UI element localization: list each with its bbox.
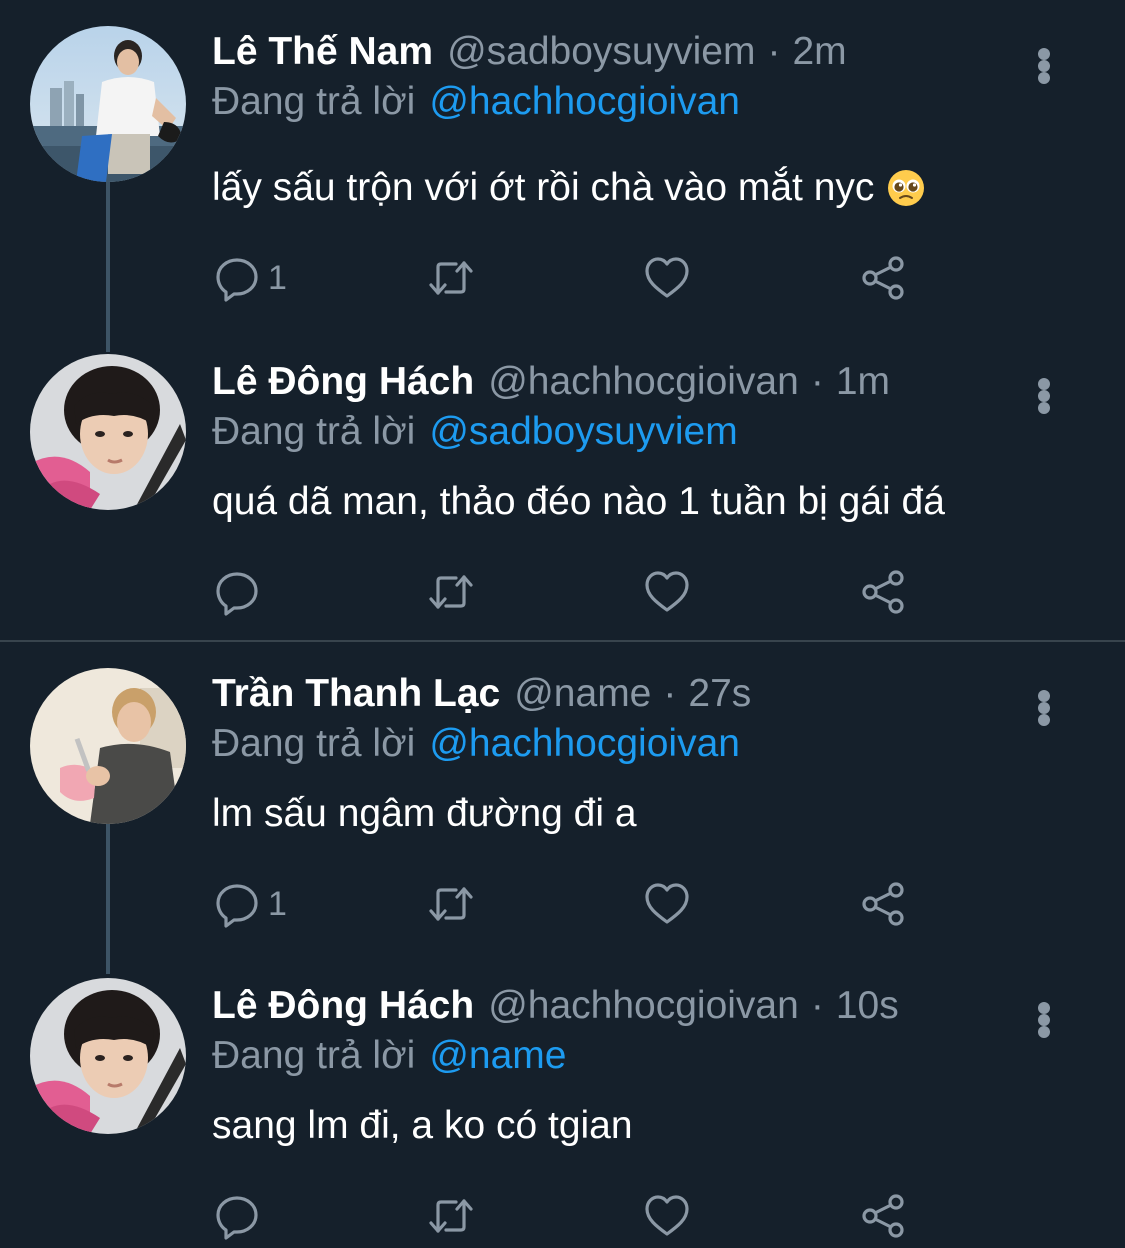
tweet-actions: 1 [212,876,932,932]
avatar[interactable] [30,26,186,182]
header-separator: · [767,30,781,73]
share-icon [858,1191,908,1241]
user-handle[interactable]: @hachhocgioivan [488,352,799,412]
reply-count: 1 [268,258,287,297]
replying-to-label: Đang trả lời [212,1034,416,1077]
tweet-text-content: lấy sấu trộn với ớt rồi chà vào mắt nyc [212,166,875,209]
timestamp[interactable]: 1m [836,352,890,412]
more-options-icon[interactable] [1030,36,1058,96]
replying-to-handle[interactable]: @hachhocgioivan [429,80,740,123]
heart-icon [642,253,692,303]
heart-icon [642,1191,692,1241]
replying-to-label: Đang trả lời [212,410,416,453]
tweet-header: Lê Đông Hách @hachhocgioivan · 10s [212,976,899,1036]
replying-to: Đang trả lời @hachhocgioivan [212,716,740,772]
tweet-text: quá dã man, thảo đéo nào 1 tuần bị gái đ… [212,474,945,530]
display-name[interactable]: Trần Thanh Lạc [212,664,500,724]
display-name[interactable]: Lê Đông Hách [212,352,474,412]
reply-icon [212,253,262,303]
tweet-text-content: quá dã man, thảo đéo nào 1 tuần bị gái đ… [212,480,945,523]
retweet-button[interactable] [426,564,476,620]
conversation-thread: Lê Thế Nam @sadboysuyviem · 2m Đang trả … [0,0,1125,1248]
reply-icon [212,879,262,929]
retweet-icon [426,879,476,929]
share-button[interactable] [858,564,908,620]
pleading-face-emoji [886,168,926,208]
header-separator: · [810,984,824,1027]
like-button[interactable] [642,876,692,932]
reply-button[interactable] [212,564,268,620]
share-button[interactable] [858,250,908,306]
share-button[interactable] [858,1188,908,1244]
user-handle[interactable]: @name [514,664,651,724]
timestamp[interactable]: 2m [792,22,846,82]
share-icon [858,567,908,617]
display-name[interactable]: Lê Đông Hách [212,976,474,1036]
retweet-button[interactable] [426,250,476,306]
tweet[interactable]: Trần Thanh Lạc @name · 27s Đang trả lời @… [0,664,1125,964]
replying-to-handle[interactable]: @hachhocgioivan [429,722,740,765]
header-separator: · [810,360,824,403]
reply-button[interactable]: 1 [212,250,287,306]
share-icon [858,879,908,929]
retweet-button[interactable] [426,1188,476,1244]
share-button[interactable] [858,876,908,932]
timestamp[interactable]: 27s [688,664,751,724]
replying-to: Đang trả lời @hachhocgioivan [212,74,740,130]
reply-button[interactable] [212,1188,268,1244]
user-handle[interactable]: @sadboysuyviem [447,22,755,82]
avatar[interactable] [30,978,186,1134]
like-button[interactable] [642,1188,692,1244]
heart-icon [642,567,692,617]
tweet-header: Trần Thanh Lạc @name · 27s [212,664,751,724]
conversation-divider [0,640,1125,642]
avatar[interactable] [30,354,186,510]
retweet-icon [426,567,476,617]
like-button[interactable] [642,564,692,620]
replying-to-label: Đang trả lời [212,722,416,765]
replying-to-handle[interactable]: @sadboysuyviem [429,410,737,453]
timestamp[interactable]: 10s [836,976,899,1036]
tweet[interactable]: Lê Đông Hách @hachhocgioivan · 1m Đang t… [0,352,1125,632]
tweet-actions [212,564,932,620]
retweet-icon [426,1191,476,1241]
tweet-actions [212,1188,932,1244]
tweet-header: Lê Thế Nam @sadboysuyviem · 2m [212,22,847,82]
more-options-icon[interactable] [1030,990,1058,1050]
like-button[interactable] [642,250,692,306]
display-name[interactable]: Lê Thế Nam [212,22,433,82]
avatar[interactable] [30,668,186,824]
retweet-button[interactable] [426,876,476,932]
more-options-icon[interactable] [1030,366,1058,426]
more-options-icon[interactable] [1030,678,1058,738]
tweet-text: lm sấu ngâm đường đi a [212,786,637,842]
tweet-text-content: sang lm đi, a ko có tgian [212,1104,633,1147]
replying-to: Đang trả lời @sadboysuyviem [212,404,738,460]
reply-icon [212,567,262,617]
tweet[interactable]: Lê Thế Nam @sadboysuyviem · 2m Đang trả … [0,22,1125,322]
tweet-actions: 1 [212,250,932,306]
reply-button[interactable]: 1 [212,876,287,932]
user-handle[interactable]: @hachhocgioivan [488,976,799,1036]
heart-icon [642,879,692,929]
tweet-text: sang lm đi, a ko có tgian [212,1098,633,1154]
replying-to-handle[interactable]: @name [429,1034,566,1077]
tweet-text: lấy sấu trộn với ớt rồi chà vào mắt nyc [212,160,926,216]
retweet-icon [426,253,476,303]
reply-count: 1 [268,884,287,923]
tweet-text-content: lm sấu ngâm đường đi a [212,792,637,835]
replying-to-label: Đang trả lời [212,80,416,123]
replying-to: Đang trả lời @name [212,1028,566,1084]
tweet[interactable]: Lê Đông Hách @hachhocgioivan · 10s Đang … [0,976,1125,1248]
header-separator: · [663,672,677,715]
reply-icon [212,1191,262,1241]
tweet-header: Lê Đông Hách @hachhocgioivan · 1m [212,352,890,412]
share-icon [858,253,908,303]
